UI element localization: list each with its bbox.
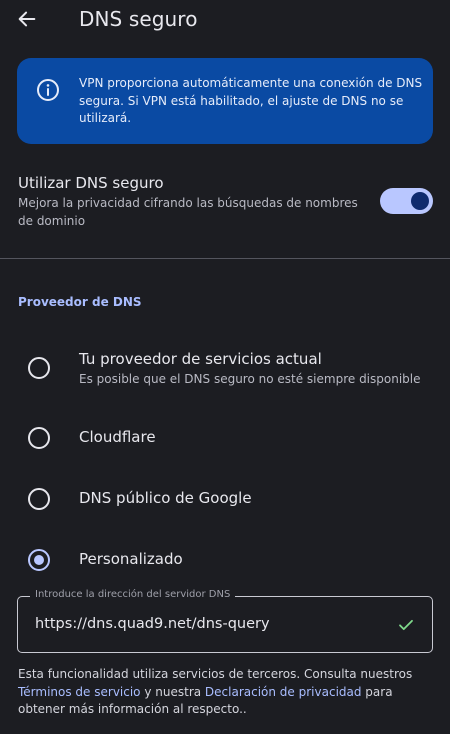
custom-dns-field[interactable]: Introduce la dirección del servidor DNS [17, 589, 433, 653]
section-divider [0, 258, 450, 259]
provider-option-google[interactable]: DNS público de Google [0, 471, 450, 527]
privacy-policy-link[interactable]: Declaración de privacidad [205, 685, 362, 699]
option-label: DNS público de Google [79, 489, 252, 507]
footer-text-2: y nuestra [140, 684, 205, 699]
check-icon [399, 619, 413, 631]
option-sublabel: Es posible que el DNS seguro no esté sie… [79, 372, 421, 386]
field-label: Introduce la dirección del servidor DNS [30, 589, 236, 600]
secure-dns-toggle[interactable] [380, 188, 433, 214]
vpn-info-card: VPN proporciona automáticamente una cone… [17, 58, 433, 144]
info-card-text: VPN proporciona automáticamente una cone… [79, 76, 423, 125]
option-label: Cloudflare [79, 428, 156, 446]
secure-dns-screen: DNS seguro VPN proporciona automáticamen… [0, 0, 450, 734]
radio-button[interactable] [28, 488, 50, 510]
terms-of-service-link[interactable]: Términos de servicio [18, 685, 141, 699]
dns-provider-header: Proveedor de DNS [18, 295, 142, 309]
page-title: DNS seguro [79, 7, 198, 31]
option-label: Tu proveedor de servicios actual [79, 350, 322, 368]
third-party-disclaimer: Esta funcionalidad utiliza servicios de … [18, 666, 428, 719]
footer-text-1: Esta funcionalidad utiliza servicios de … [18, 667, 413, 681]
radio-button[interactable] [28, 357, 50, 379]
info-icon [37, 79, 59, 101]
radio-button[interactable] [28, 427, 50, 449]
provider-option-cloudflare[interactable]: Cloudflare [0, 410, 450, 466]
arrow-left-icon [18, 11, 36, 27]
secure-dns-subtitle: Mejora la privacidad cifrando las búsque… [18, 196, 358, 228]
provider-option-current-isp[interactable]: Tu proveedor de servicios actual Es posi… [0, 342, 450, 398]
secure-dns-title: Utilizar DNS seguro [18, 174, 164, 192]
back-button[interactable] [12, 4, 42, 34]
secure-dns-setting[interactable]: Utilizar DNS seguro Mejora la privacidad… [0, 170, 450, 234]
option-label: Personalizado [79, 550, 183, 568]
dns-server-input[interactable] [35, 616, 375, 632]
radio-button-selected[interactable] [28, 549, 50, 571]
toggle-knob [411, 192, 429, 210]
provider-option-custom[interactable]: Personalizado [0, 532, 450, 588]
top-app-bar: DNS seguro [0, 0, 450, 40]
